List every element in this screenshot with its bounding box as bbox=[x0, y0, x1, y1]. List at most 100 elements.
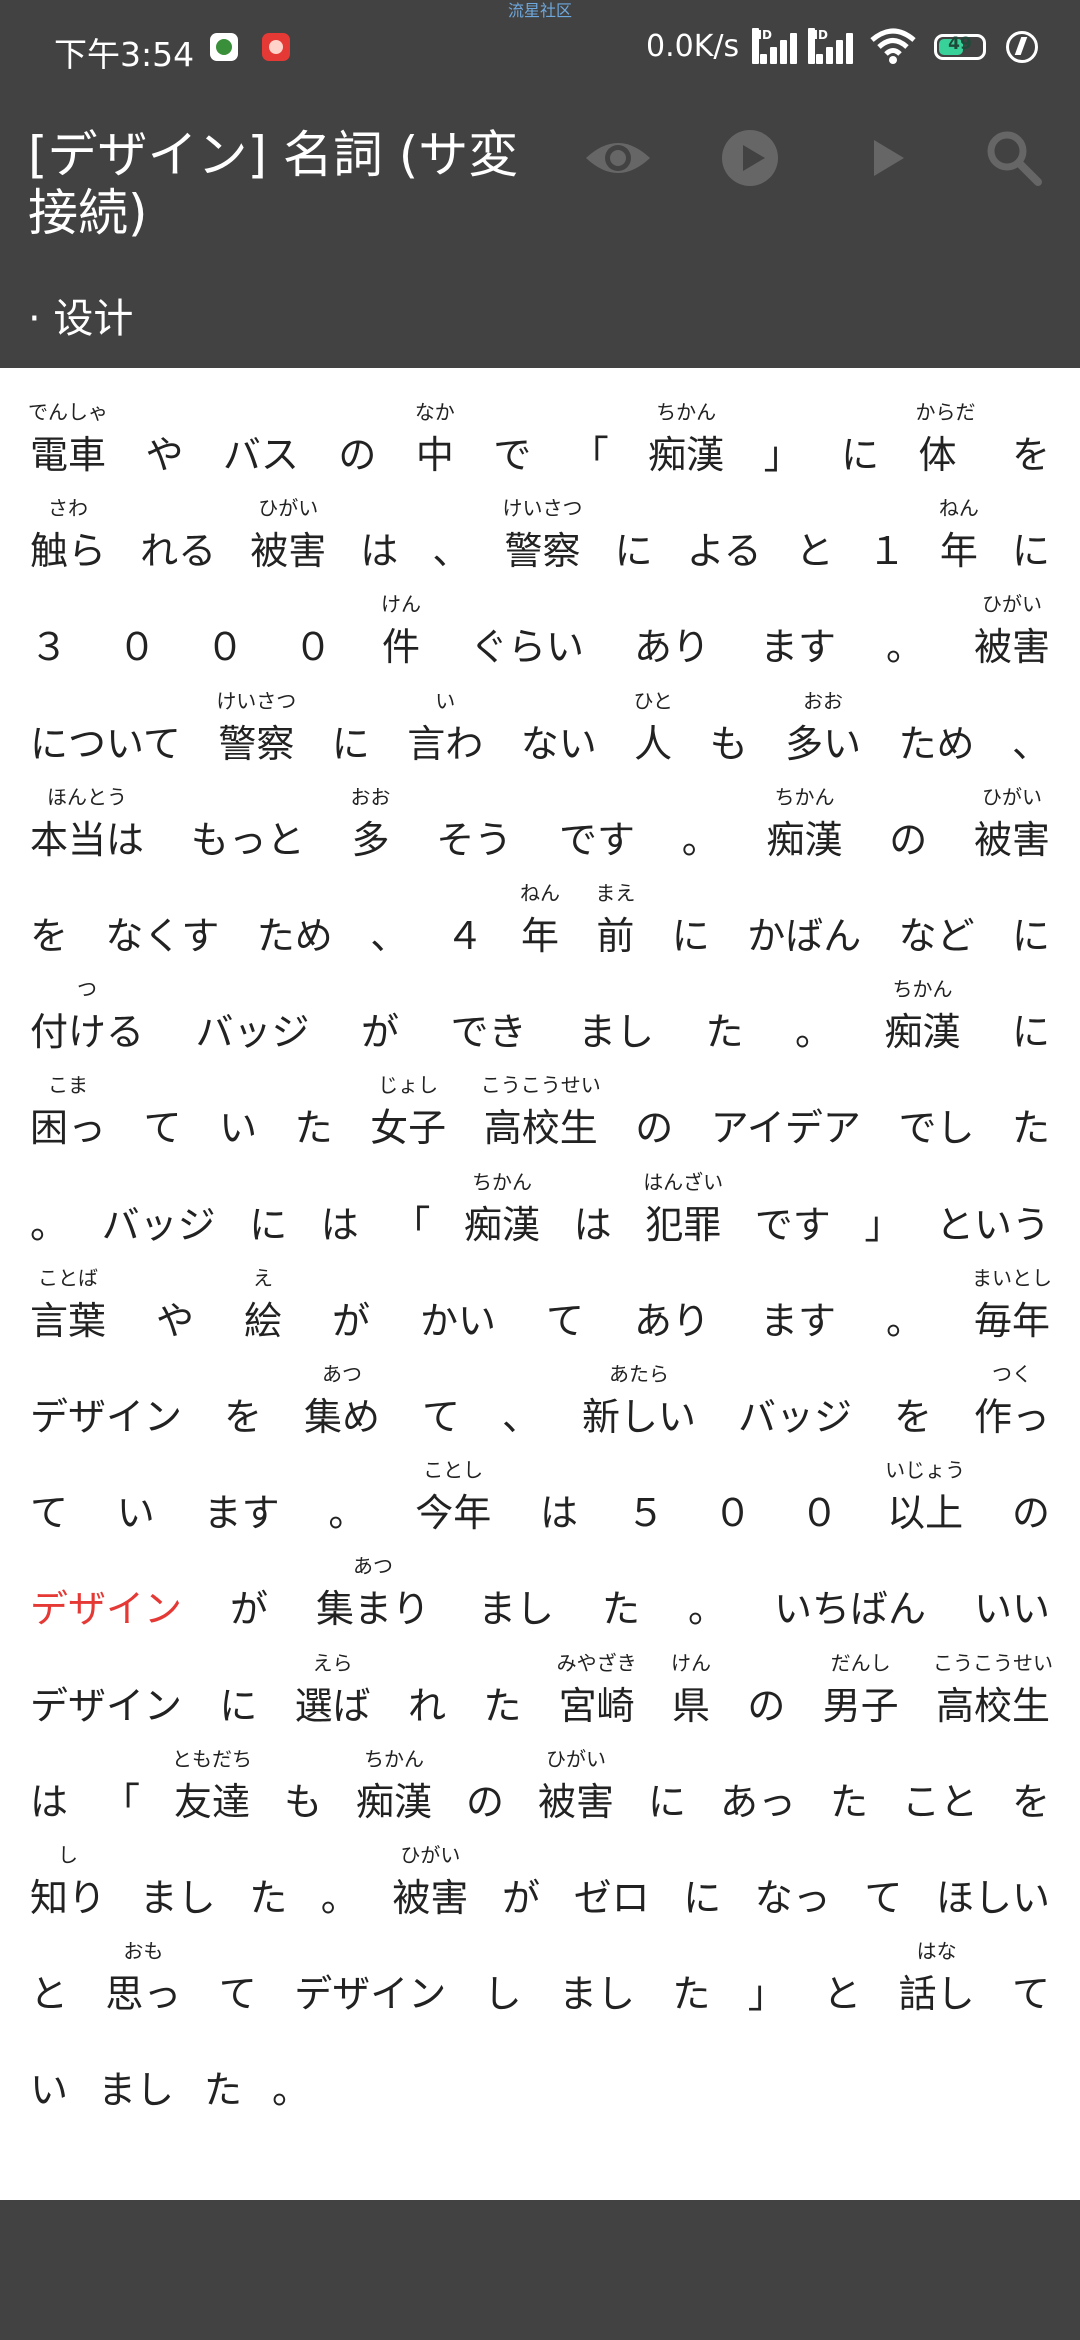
word[interactable]: 。 bbox=[886, 1262, 924, 1352]
word[interactable]: かばん bbox=[747, 877, 861, 967]
play-circle-button[interactable] bbox=[712, 120, 788, 196]
word[interactable]: 中なか bbox=[415, 396, 455, 486]
word[interactable]: デザイン bbox=[30, 1358, 182, 1448]
word[interactable]: い bbox=[117, 1454, 155, 1544]
word[interactable]: 痴漢 ちかん bbox=[766, 781, 842, 871]
word[interactable]: もっと bbox=[191, 781, 305, 871]
word[interactable]: 電車 でんしゃ bbox=[28, 396, 108, 486]
word[interactable]: なくす bbox=[105, 877, 219, 967]
word[interactable]: と bbox=[796, 492, 834, 582]
word[interactable]: の bbox=[1012, 1454, 1050, 1544]
word[interactable]: バス bbox=[223, 396, 299, 486]
word[interactable]: 件けん bbox=[381, 588, 421, 678]
word[interactable]: バッジ bbox=[102, 1166, 216, 1256]
word[interactable]: ます bbox=[204, 1454, 280, 1544]
word[interactable]: 年ねん bbox=[939, 492, 979, 582]
word[interactable]: の bbox=[338, 396, 376, 486]
word[interactable]: 、 bbox=[502, 1358, 540, 1448]
word[interactable]: は bbox=[360, 492, 398, 582]
word[interactable]: 男子 だんし bbox=[823, 1647, 899, 1737]
word[interactable]: は bbox=[321, 1166, 359, 1256]
word[interactable]: ４ bbox=[446, 877, 484, 967]
word[interactable]: 。 bbox=[328, 1454, 366, 1544]
word[interactable]: に bbox=[332, 685, 370, 775]
word[interactable]: 」 bbox=[748, 1935, 786, 2025]
word[interactable]: が bbox=[502, 1839, 540, 1929]
word[interactable]: て bbox=[422, 1358, 460, 1448]
word[interactable]: れ bbox=[408, 1647, 446, 1737]
word[interactable]: 言わい bbox=[407, 685, 483, 775]
word[interactable]: て bbox=[546, 1262, 584, 1352]
word[interactable]: た bbox=[830, 1743, 868, 1833]
word[interactable]: に bbox=[683, 1839, 721, 1929]
word[interactable]: です bbox=[755, 1166, 831, 1256]
word[interactable]: 毎年 まいとし bbox=[972, 1262, 1052, 1352]
word[interactable]: 付けるつ bbox=[30, 973, 144, 1063]
word[interactable]: 新しい あたら bbox=[582, 1358, 696, 1448]
word[interactable]: 知りし bbox=[30, 1839, 106, 1929]
word[interactable]: て bbox=[219, 1935, 257, 2025]
word[interactable]: 年ねん bbox=[520, 877, 560, 967]
word[interactable]: ため bbox=[899, 685, 975, 775]
word[interactable]: なっ bbox=[755, 1839, 831, 1929]
word[interactable]: 集まり あつ bbox=[316, 1550, 430, 1640]
word[interactable]: た bbox=[295, 1069, 333, 1159]
word[interactable]: も bbox=[710, 685, 748, 775]
word[interactable]: 警察 けいさつ bbox=[216, 685, 296, 775]
word[interactable]: 選ば えら bbox=[295, 1647, 371, 1737]
word[interactable]: の bbox=[747, 1647, 785, 1737]
word[interactable]: に bbox=[1012, 492, 1050, 582]
word[interactable]: は bbox=[540, 1454, 578, 1544]
word[interactable]: や bbox=[145, 396, 183, 486]
word[interactable]: が bbox=[230, 1550, 268, 1640]
word[interactable]: の bbox=[635, 1069, 673, 1159]
word[interactable]: 県けん bbox=[671, 1647, 711, 1737]
word[interactable]: ０ bbox=[118, 588, 156, 678]
word[interactable]: という bbox=[936, 1166, 1050, 1256]
word[interactable]: ため bbox=[257, 877, 333, 967]
word[interactable]: い bbox=[219, 1069, 257, 1159]
word[interactable]: 今年 ことし bbox=[415, 1454, 491, 1544]
word[interactable]: あっ bbox=[720, 1743, 796, 1833]
word[interactable]: いい bbox=[974, 1550, 1050, 1640]
word[interactable]: が bbox=[332, 1262, 370, 1352]
word[interactable]: れる bbox=[140, 492, 216, 582]
word[interactable]: いちばん bbox=[774, 1550, 926, 1640]
word[interactable]: 痴漢 ちかん bbox=[648, 396, 724, 486]
word[interactable]: 触ら さわ bbox=[30, 492, 106, 582]
word[interactable]: 。 bbox=[272, 2031, 310, 2121]
word[interactable]: て bbox=[864, 1839, 902, 1929]
play-button[interactable] bbox=[848, 120, 924, 196]
word[interactable]: 「 bbox=[571, 396, 609, 486]
word[interactable]: まし bbox=[140, 1839, 216, 1929]
word[interactable]: 警察 けいさつ bbox=[503, 492, 583, 582]
word[interactable]: アイデア bbox=[711, 1069, 861, 1159]
word[interactable]: まし bbox=[478, 1550, 554, 1640]
word[interactable]: デザイン bbox=[294, 1935, 446, 2025]
word[interactable]: 。 bbox=[30, 1166, 68, 1256]
word[interactable]: の bbox=[466, 1743, 504, 1833]
word[interactable]: 」 bbox=[864, 1166, 902, 1256]
word[interactable]: ます bbox=[760, 588, 836, 678]
word[interactable]: 思っ おも bbox=[105, 1935, 181, 2025]
word[interactable]: と bbox=[823, 1935, 861, 2025]
word[interactable]: て bbox=[144, 1069, 182, 1159]
word[interactable]: バッジ bbox=[195, 973, 309, 1063]
word[interactable]: ない bbox=[521, 685, 597, 775]
word[interactable]: あり bbox=[634, 588, 710, 678]
word[interactable]: い bbox=[30, 2031, 68, 2121]
word[interactable]: 以上 いじょう bbox=[885, 1454, 965, 1544]
word[interactable]: 「 bbox=[392, 1166, 430, 1256]
word[interactable]: 言葉 ことば bbox=[30, 1262, 106, 1352]
word[interactable]: ます bbox=[760, 1262, 836, 1352]
word[interactable]: デザイン bbox=[30, 1647, 182, 1737]
word[interactable]: ０ bbox=[800, 1454, 838, 1544]
word[interactable]: に bbox=[219, 1647, 257, 1737]
word[interactable]: 。 bbox=[682, 781, 720, 871]
word[interactable]: に bbox=[615, 492, 653, 582]
word[interactable]: た bbox=[602, 1550, 640, 1640]
word[interactable]: は bbox=[574, 1166, 612, 1256]
word[interactable]: て bbox=[30, 1454, 68, 1544]
word[interactable]: で bbox=[493, 396, 531, 486]
word[interactable]: 痴漢 ちかん bbox=[884, 973, 960, 1063]
